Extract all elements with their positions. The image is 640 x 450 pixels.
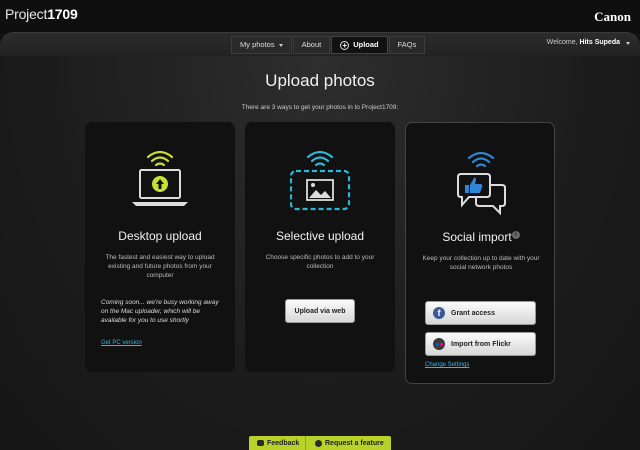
social-import-description: Keep your collection up to date with you… — [422, 255, 540, 271]
facebook-icon: f — [433, 307, 445, 319]
info-icon[interactable]: i — [511, 231, 520, 239]
nav-about-label: About — [301, 40, 322, 49]
photo-select-icon — [289, 150, 351, 211]
page-title: Upload photos — [265, 71, 375, 90]
globe-icon — [315, 439, 322, 447]
request-feature-label: Request a feature — [325, 439, 384, 447]
get-pc-version-link[interactable]: Get PC version — [101, 340, 142, 346]
nav-my-photos[interactable]: My photos — [231, 36, 292, 54]
selective-upload-description: Choose specific photos to add to your co… — [265, 254, 375, 270]
wifi-signal-icon — [146, 150, 174, 167]
import-from-flickr-button[interactable]: Import from Flickr — [425, 332, 536, 356]
plus-circle-icon: + — [340, 40, 350, 50]
flickr-icon — [433, 338, 445, 350]
nav-faqs-label: FAQs — [397, 40, 417, 49]
main-content: Upload photos There are 3 ways to get yo… — [0, 56, 640, 450]
grant-access-label: Grant access — [451, 309, 495, 317]
desktop-upload-card: Desktop upload The fastest and easiest w… — [85, 122, 235, 372]
main-nav: My photos About + Upload FAQs — [231, 36, 426, 54]
chevron-down-icon — [278, 43, 283, 47]
nav-my-photos-label: My photos — [240, 40, 275, 49]
import-from-flickr-label: Import from Flickr — [451, 340, 511, 348]
upload-via-web-label: Upload via web — [294, 307, 346, 315]
navigation-bar: My photos About + Upload FAQs Welcome, H… — [0, 32, 640, 56]
project-logo[interactable]: Project1709 — [5, 6, 78, 22]
canon-logo: Canon — [594, 9, 631, 24]
change-settings-link[interactable]: Change Settings — [425, 362, 469, 368]
nav-upload[interactable]: + Upload — [331, 36, 388, 54]
feedback-button[interactable]: Feedback — [249, 436, 306, 450]
user-name[interactable]: Hits Supeda — [580, 39, 620, 46]
social-chat-icon — [457, 151, 506, 216]
feedback-bar: Feedback Request a feature — [249, 436, 391, 450]
selective-upload-card: Selective upload Choose specific photos … — [245, 122, 395, 372]
laptop-upload-icon — [132, 150, 188, 206]
upload-via-web-button[interactable]: Upload via web — [285, 299, 355, 323]
user-menu-chevron-icon[interactable] — [626, 42, 630, 45]
desktop-upload-title: Desktop upload — [118, 229, 202, 243]
nav-faqs[interactable]: FAQs — [388, 36, 426, 54]
feedback-label: Feedback — [267, 439, 300, 447]
request-feature-button[interactable]: Request a feature — [306, 436, 384, 450]
nav-about[interactable]: About — [292, 36, 331, 54]
wifi-signal-icon — [467, 151, 495, 168]
speech-bubble-icon — [257, 440, 264, 446]
top-bar: Project1709 Canon — [0, 0, 640, 34]
social-import-card: Social import i Keep your collection up t… — [405, 122, 555, 384]
social-import-title: Social import i — [406, 230, 556, 244]
desktop-upload-description: The fastest and easiest way to upload ex… — [105, 254, 215, 279]
welcome-text: Welcome, Hits Supeda — [546, 39, 620, 46]
page-subtitle: There are 3 ways to get your photos in t… — [241, 104, 399, 111]
mac-coming-soon-note: Coming soon... we're busy working away o… — [101, 299, 219, 324]
facebook-grant-access-button[interactable]: f Grant access — [425, 301, 536, 325]
nav-upload-label: Upload — [353, 40, 379, 49]
wifi-signal-icon — [306, 150, 334, 167]
selective-upload-title: Selective upload — [275, 229, 365, 243]
